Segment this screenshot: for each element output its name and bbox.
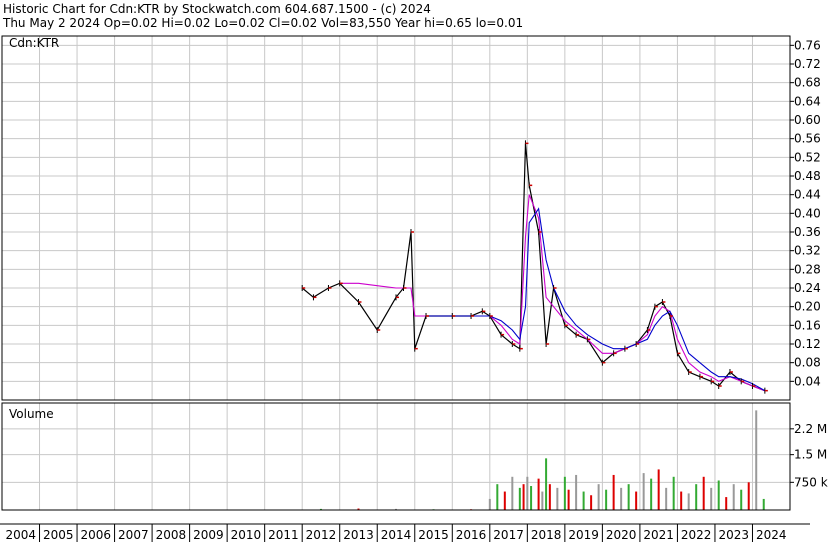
price-y-tick-label: 0.32 (794, 244, 821, 258)
volume-bar (717, 480, 720, 510)
price-y-tick-label: 0.64 (794, 94, 821, 108)
price-panel-frame (1, 35, 791, 401)
price-y-tick-label: 0.12 (794, 337, 821, 351)
x-tick-label: 2004 (5, 528, 36, 542)
price-y-tick-label: 0.72 (794, 57, 821, 71)
volume-bar (650, 478, 653, 510)
price-grid (2, 36, 790, 400)
x-tick-label: 2017 (493, 528, 524, 542)
volume-bar (582, 491, 585, 510)
price-y-tick-label: 0.04 (794, 374, 821, 388)
volume-bar (537, 478, 540, 510)
volume-y-axis: 750 k 1.5 M 2.2 M (790, 422, 828, 489)
price-y-tick-label: 0.40 (794, 206, 821, 220)
price-y-tick-label: 0.24 (794, 281, 821, 295)
volume-bar (665, 487, 668, 510)
volume-bar (567, 489, 570, 510)
price-y-tick-label: 0.68 (794, 76, 821, 90)
volume-bar (575, 474, 578, 510)
volume-bar (762, 498, 765, 510)
volume-bar (680, 491, 683, 510)
volume-bar (503, 491, 506, 510)
volume-bar (556, 487, 559, 510)
volume-bar (657, 469, 660, 510)
volume-bar (695, 484, 698, 510)
volume-bar (530, 486, 533, 510)
volume-bar (702, 476, 705, 510)
x-tick-label: 2020 (606, 528, 637, 542)
volume-bar (522, 484, 525, 510)
volume-bar (710, 487, 713, 510)
volume-bar (755, 410, 758, 510)
price-y-tick-label: 0.28 (794, 262, 821, 276)
volume-bar (511, 476, 514, 510)
volume-y-tick-label: 750 k (794, 475, 828, 489)
x-tick-label: 2006 (81, 528, 112, 542)
volume-bar (526, 476, 529, 510)
x-tick-label: 2021 (643, 528, 674, 542)
price-y-tick-label: 0.52 (794, 150, 821, 164)
x-tick-label: 2014 (381, 528, 412, 542)
x-tick-label: 2005 (43, 528, 74, 542)
price-y-tick-label: 0.16 (794, 318, 821, 332)
x-tick-label: 2024 (756, 528, 787, 542)
x-tick-label: 2008 (156, 528, 187, 542)
volume-bar (740, 489, 743, 510)
price-ma-short-line (339, 194, 766, 392)
volume-panel-frame (1, 402, 791, 511)
price-panel-label: Cdn:KTR (9, 36, 59, 50)
volume-bar (541, 491, 544, 510)
volume-bar (642, 473, 645, 510)
price-y-tick-label: 0.36 (794, 225, 821, 239)
x-tick-label: 2023 (718, 528, 749, 542)
volume-bar (672, 476, 675, 510)
volume-bar (605, 489, 608, 510)
price-y-tick-label: 0.08 (794, 356, 821, 370)
price-y-axis: 0.04 0.08 0.12 0.16 0.20 0.24 0.28 0.32 0.36 0.40… (790, 38, 821, 388)
volume-bar (548, 484, 551, 510)
x-tick-label: 2009 (193, 528, 224, 542)
x-axis: 2004 2005 2006 2007 2008 2009 2010 2011 2012 2013… (0, 523, 810, 542)
price-layer (301, 140, 768, 394)
volume-bar (488, 498, 491, 510)
volume-panel-label: Volume (9, 407, 54, 421)
x-tick-label: 2022 (681, 528, 712, 542)
x-tick-label: 2015 (418, 528, 449, 542)
price-ma-long-line (426, 207, 766, 392)
x-tick-label: 2010 (231, 528, 262, 542)
volume-bar (687, 493, 690, 510)
volume-grid (2, 403, 790, 510)
price-y-tick-label: 0.60 (794, 113, 821, 127)
x-tick-label: 2018 (531, 528, 562, 542)
volume-layer (319, 410, 765, 510)
price-y-tick-label: 0.44 (794, 188, 821, 202)
volume-bar (620, 487, 623, 510)
x-tick-label: 2007 (118, 528, 149, 542)
volume-bar (590, 495, 593, 510)
price-close-line (301, 143, 766, 392)
price-y-tick-label: 0.56 (794, 132, 821, 146)
x-tick-label: 2016 (456, 528, 487, 542)
price-y-tick-label: 0.48 (794, 169, 821, 183)
volume-bar (612, 474, 615, 510)
volume-bar (496, 484, 499, 510)
volume-bar (627, 484, 630, 510)
price-y-tick-label: 0.76 (794, 38, 821, 52)
volume-y-tick-label: 1.5 M (794, 448, 827, 462)
volume-bar (635, 491, 638, 510)
volume-bar (563, 476, 566, 510)
volume-bar (597, 484, 600, 510)
x-tick-label: 2011 (268, 528, 299, 542)
x-tick-label: 2012 (306, 528, 337, 542)
stock-chart: 0.04 0.08 0.12 0.16 0.20 0.24 0.28 0.32 0.36 0.40… (0, 35, 828, 542)
volume-bar (725, 497, 728, 510)
volume-y-tick-label: 2.2 M (794, 422, 827, 436)
x-tick-label: 2019 (568, 528, 599, 542)
price-y-tick-label: 0.20 (794, 300, 821, 314)
volume-bar (518, 487, 521, 510)
volume-bar (747, 482, 750, 510)
x-tick-label: 2013 (343, 528, 374, 542)
volume-bar (732, 484, 735, 510)
volume-bar (545, 458, 548, 510)
